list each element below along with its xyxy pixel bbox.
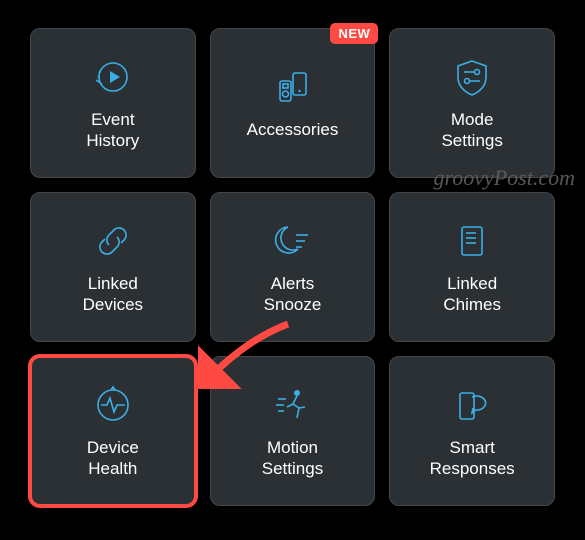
document-lines-icon <box>450 219 494 263</box>
tile-label: Linked Devices <box>83 273 143 316</box>
moon-snooze-icon <box>270 219 314 263</box>
tile-event-history[interactable]: Event History <box>30 28 196 178</box>
health-pulse-icon <box>91 383 135 427</box>
tile-linked-devices[interactable]: Linked Devices <box>30 192 196 342</box>
tile-label: Smart Responses <box>430 437 515 480</box>
settings-tile-grid: Event History NEW Accessories Mode Setti… <box>0 0 585 534</box>
chat-phone-icon <box>450 383 494 427</box>
tile-label: Device Health <box>87 437 139 480</box>
tile-label: Mode Settings <box>441 109 502 152</box>
link-icon <box>91 219 135 263</box>
tile-device-health[interactable]: Device Health <box>30 356 196 506</box>
shield-toggles-icon <box>450 55 494 99</box>
tile-label: Accessories <box>247 119 339 140</box>
tile-alerts-snooze[interactable]: Alerts Snooze <box>210 192 376 342</box>
tile-smart-responses[interactable]: Smart Responses <box>389 356 555 506</box>
tile-label: Event History <box>86 109 139 152</box>
devices-icon <box>270 65 314 109</box>
tile-label: Linked Chimes <box>443 273 501 316</box>
tile-label: Alerts Snooze <box>264 273 322 316</box>
tile-label: Motion Settings <box>262 437 323 480</box>
tile-mode-settings[interactable]: Mode Settings <box>389 28 555 178</box>
tile-motion-settings[interactable]: Motion Settings <box>210 356 376 506</box>
replay-play-icon <box>91 55 135 99</box>
tile-accessories[interactable]: NEW Accessories <box>210 28 376 178</box>
tile-linked-chimes[interactable]: Linked Chimes <box>389 192 555 342</box>
running-person-icon <box>270 383 314 427</box>
new-badge: NEW <box>330 23 378 44</box>
